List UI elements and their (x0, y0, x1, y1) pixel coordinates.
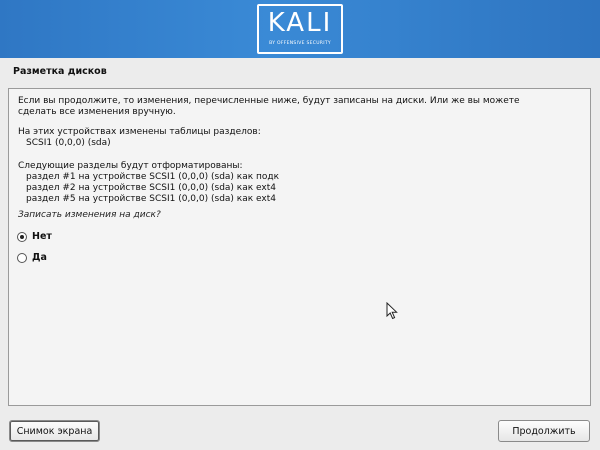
screenshot-button[interactable]: Снимок экрана (9, 420, 100, 442)
continue-button[interactable]: Продолжить (498, 420, 590, 442)
intro-text-line1: Если вы продолжите, то изменения, перечи… (18, 96, 520, 106)
tables-device: SCSI1 (0,0,0) (sda) (26, 138, 111, 148)
radio-unselected-icon[interactable] (17, 253, 27, 263)
mouse-pointer-icon (386, 302, 398, 320)
option-no-label: Нет (32, 231, 52, 242)
format-item: раздел #1 на устройстве SCSI1 (0,0,0) (s… (26, 172, 280, 182)
section-title: Разметка дисков (13, 66, 107, 77)
intro-text-line2: сделать все изменения вручную. (18, 107, 176, 117)
logo-text: KALI (267, 8, 333, 38)
content-panel: Если вы продолжите, то изменения, перечи… (8, 88, 591, 406)
question-label: Записать изменения на диск? (18, 210, 161, 220)
format-item: раздел #2 на устройстве SCSI1 (0,0,0) (s… (26, 183, 276, 193)
logo-subtitle: BY OFFENSIVE SECURITY (269, 41, 331, 46)
format-item: раздел #5 на устройстве SCSI1 (0,0,0) (s… (26, 194, 276, 204)
tables-header: На этих устройствах изменены таблицы раз… (18, 127, 261, 137)
format-header: Следующие разделы будут отформатированы: (18, 161, 243, 171)
radio-selected-icon[interactable] (17, 232, 27, 242)
option-yes-label: Да (32, 252, 47, 263)
kali-banner: KALI BY OFFENSIVE SECURITY (0, 0, 600, 58)
kali-logo: KALI BY OFFENSIVE SECURITY (257, 4, 343, 54)
